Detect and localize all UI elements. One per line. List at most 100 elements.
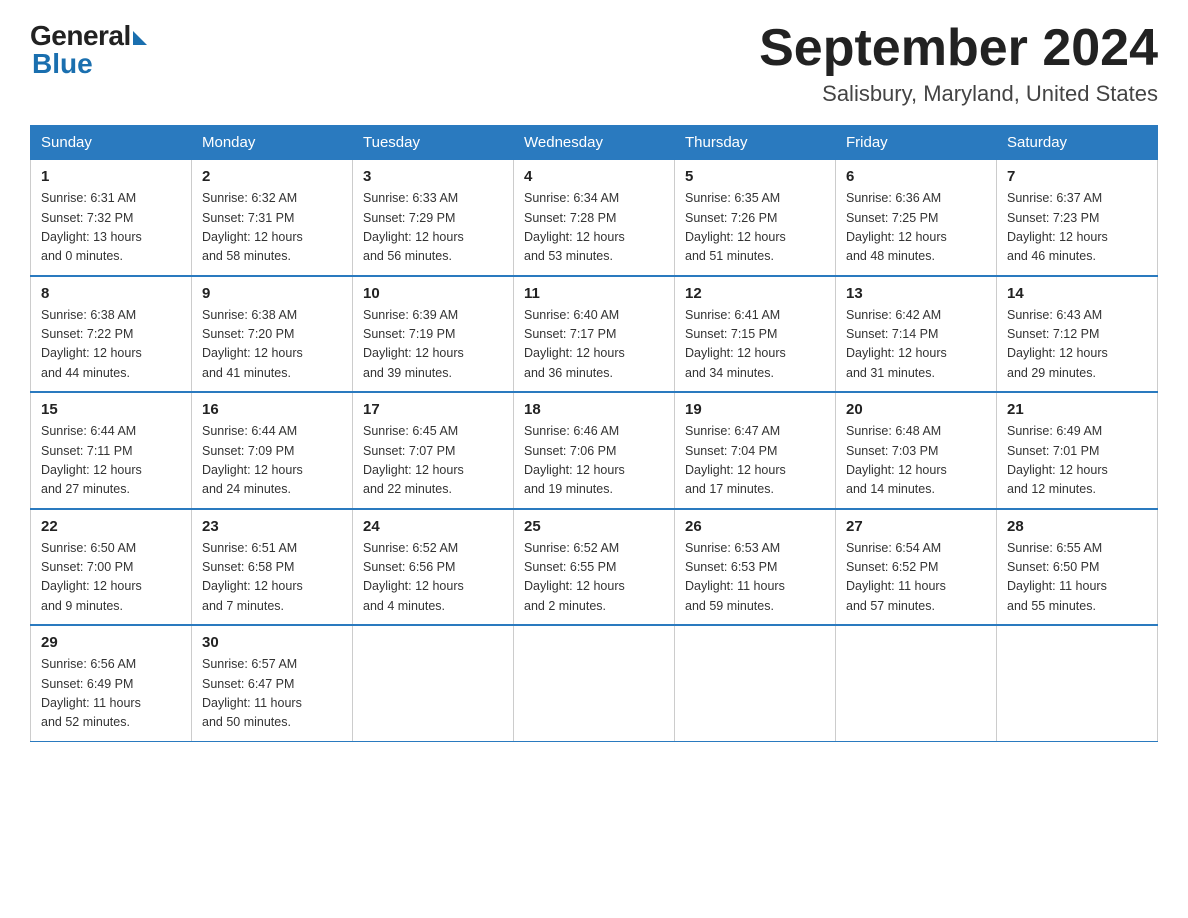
day-number: 4 [524,168,664,185]
day-number: 25 [524,518,664,535]
calendar-week-1: 1 Sunrise: 6:31 AMSunset: 7:32 PMDaylight… [31,160,1158,276]
day-info: Sunrise: 6:57 AMSunset: 6:47 PMDaylight:… [202,655,342,733]
day-number: 9 [202,285,342,302]
calendar-day [997,625,1158,741]
page-header: General Blue September 2024 Salisbury, M… [30,20,1158,107]
day-number: 14 [1007,285,1147,302]
weekday-header-sunday: Sunday [31,126,192,160]
weekday-header-friday: Friday [836,126,997,160]
day-number: 10 [363,285,503,302]
day-info: Sunrise: 6:49 AMSunset: 7:01 PMDaylight:… [1007,422,1147,500]
calendar-week-4: 22 Sunrise: 6:50 AMSunset: 7:00 PMDayligh… [31,509,1158,626]
day-info: Sunrise: 6:44 AMSunset: 7:11 PMDaylight:… [41,422,181,500]
day-info: Sunrise: 6:48 AMSunset: 7:03 PMDaylight:… [846,422,986,500]
day-number: 3 [363,168,503,185]
day-info: Sunrise: 6:39 AMSunset: 7:19 PMDaylight:… [363,306,503,384]
calendar-day: 24Sunrise: 6:52 AMSunset: 6:56 PMDayligh… [353,509,514,626]
calendar-day: 19 Sunrise: 6:47 AMSunset: 7:04 PMDayligh… [675,392,836,509]
calendar-day: 7 Sunrise: 6:37 AMSunset: 7:23 PMDaylight… [997,160,1158,276]
weekday-header-monday: Monday [192,126,353,160]
calendar-day: 8Sunrise: 6:38 AMSunset: 7:22 PMDaylight… [31,276,192,393]
day-number: 8 [41,285,181,302]
day-info: Sunrise: 6:42 AMSunset: 7:14 PMDaylight:… [846,306,986,384]
day-info: Sunrise: 6:46 AMSunset: 7:06 PMDaylight:… [524,422,664,500]
calendar-day: 4 Sunrise: 6:34 AMSunset: 7:28 PMDaylight… [514,160,675,276]
calendar-title: September 2024 [759,20,1158,77]
calendar-day: 9 Sunrise: 6:38 AMSunset: 7:20 PMDaylight… [192,276,353,393]
calendar-day [675,625,836,741]
calendar-week-2: 8Sunrise: 6:38 AMSunset: 7:22 PMDaylight… [31,276,1158,393]
calendar-day: 21 Sunrise: 6:49 AMSunset: 7:01 PMDayligh… [997,392,1158,509]
day-info: Sunrise: 6:36 AMSunset: 7:25 PMDaylight:… [846,189,986,267]
day-number: 17 [363,401,503,418]
calendar-day: 26Sunrise: 6:53 AMSunset: 6:53 PMDayligh… [675,509,836,626]
day-number: 6 [846,168,986,185]
day-info: Sunrise: 6:50 AMSunset: 7:00 PMDaylight:… [41,539,181,617]
calendar-day: 3 Sunrise: 6:33 AMSunset: 7:29 PMDaylight… [353,160,514,276]
day-number: 5 [685,168,825,185]
day-info: Sunrise: 6:45 AMSunset: 7:07 PMDaylight:… [363,422,503,500]
day-number: 18 [524,401,664,418]
calendar-day: 28 Sunrise: 6:55 AMSunset: 6:50 PMDayligh… [997,509,1158,626]
calendar-day [514,625,675,741]
calendar-day: 22 Sunrise: 6:50 AMSunset: 7:00 PMDayligh… [31,509,192,626]
day-info: Sunrise: 6:51 AMSunset: 6:58 PMDaylight:… [202,539,342,617]
day-number: 11 [524,285,664,302]
calendar-location: Salisbury, Maryland, United States [759,81,1158,107]
day-info: Sunrise: 6:54 AMSunset: 6:52 PMDaylight:… [846,539,986,617]
calendar-day: 14 Sunrise: 6:43 AMSunset: 7:12 PMDayligh… [997,276,1158,393]
day-number: 30 [202,634,342,651]
day-info: Sunrise: 6:44 AMSunset: 7:09 PMDaylight:… [202,422,342,500]
day-number: 21 [1007,401,1147,418]
calendar-day [353,625,514,741]
day-info: Sunrise: 6:47 AMSunset: 7:04 PMDaylight:… [685,422,825,500]
day-number: 7 [1007,168,1147,185]
calendar-week-5: 29 Sunrise: 6:56 AMSunset: 6:49 PMDayligh… [31,625,1158,741]
calendar-day: 30 Sunrise: 6:57 AMSunset: 6:47 PMDayligh… [192,625,353,741]
calendar-day: 20 Sunrise: 6:48 AMSunset: 7:03 PMDayligh… [836,392,997,509]
weekday-header-row: SundayMondayTuesdayWednesdayThursdayFrid… [31,126,1158,160]
day-number: 16 [202,401,342,418]
day-number: 19 [685,401,825,418]
day-info: Sunrise: 6:37 AMSunset: 7:23 PMDaylight:… [1007,189,1147,267]
day-info: Sunrise: 6:56 AMSunset: 6:49 PMDaylight:… [41,655,181,733]
weekday-header-saturday: Saturday [997,126,1158,160]
day-number: 20 [846,401,986,418]
calendar-day [836,625,997,741]
calendar-day: 18 Sunrise: 6:46 AMSunset: 7:06 PMDayligh… [514,392,675,509]
day-info: Sunrise: 6:33 AMSunset: 7:29 PMDaylight:… [363,189,503,267]
day-info: Sunrise: 6:32 AMSunset: 7:31 PMDaylight:… [202,189,342,267]
day-number: 23 [202,518,342,535]
day-number: 22 [41,518,181,535]
title-block: September 2024 Salisbury, Maryland, Unit… [759,20,1158,107]
day-number: 12 [685,285,825,302]
calendar-day: 10 Sunrise: 6:39 AMSunset: 7:19 PMDayligh… [353,276,514,393]
day-info: Sunrise: 6:55 AMSunset: 6:50 PMDaylight:… [1007,539,1147,617]
day-info: Sunrise: 6:43 AMSunset: 7:12 PMDaylight:… [1007,306,1147,384]
day-number: 1 [41,168,181,185]
day-info: Sunrise: 6:31 AMSunset: 7:32 PMDaylight:… [41,189,181,267]
day-info: Sunrise: 6:41 AMSunset: 7:15 PMDaylight:… [685,306,825,384]
day-info: Sunrise: 6:40 AMSunset: 7:17 PMDaylight:… [524,306,664,384]
calendar-day: 15Sunrise: 6:44 AMSunset: 7:11 PMDayligh… [31,392,192,509]
day-info: Sunrise: 6:52 AMSunset: 6:56 PMDaylight:… [363,539,503,617]
weekday-header-tuesday: Tuesday [353,126,514,160]
day-number: 26 [685,518,825,535]
calendar-day: 12 Sunrise: 6:41 AMSunset: 7:15 PMDayligh… [675,276,836,393]
calendar-day: 13 Sunrise: 6:42 AMSunset: 7:14 PMDayligh… [836,276,997,393]
logo: General Blue [30,20,147,80]
day-number: 29 [41,634,181,651]
day-number: 13 [846,285,986,302]
day-info: Sunrise: 6:34 AMSunset: 7:28 PMDaylight:… [524,189,664,267]
calendar-day: 27 Sunrise: 6:54 AMSunset: 6:52 PMDayligh… [836,509,997,626]
calendar-day: 5Sunrise: 6:35 AMSunset: 7:26 PMDaylight… [675,160,836,276]
calendar-week-3: 15Sunrise: 6:44 AMSunset: 7:11 PMDayligh… [31,392,1158,509]
calendar-day: 16 Sunrise: 6:44 AMSunset: 7:09 PMDayligh… [192,392,353,509]
day-info: Sunrise: 6:38 AMSunset: 7:20 PMDaylight:… [202,306,342,384]
day-number: 27 [846,518,986,535]
day-info: Sunrise: 6:52 AMSunset: 6:55 PMDaylight:… [524,539,664,617]
calendar-table: SundayMondayTuesdayWednesdayThursdayFrid… [30,125,1158,742]
day-number: 28 [1007,518,1147,535]
calendar-day: 2Sunrise: 6:32 AMSunset: 7:31 PMDaylight… [192,160,353,276]
weekday-header-thursday: Thursday [675,126,836,160]
